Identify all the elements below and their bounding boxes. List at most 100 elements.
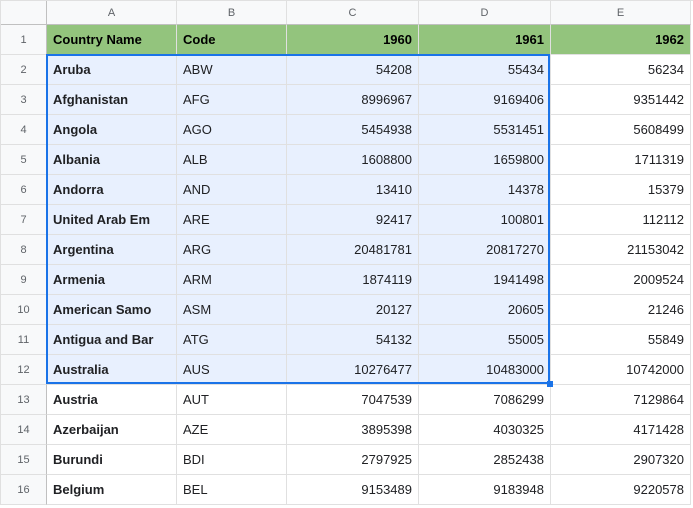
cell-1961[interactable]: 7086299 [419, 385, 551, 415]
cell-1961[interactable]: 1941498 [419, 265, 551, 295]
cell-country-name[interactable]: Argentina [47, 235, 177, 265]
cell-1961[interactable]: 2852438 [419, 445, 551, 475]
cell-code[interactable]: BEL [177, 475, 287, 505]
cell-1961[interactable]: 5531451 [419, 115, 551, 145]
cell-code[interactable]: ABW [177, 55, 287, 85]
row-header[interactable]: 5 [1, 145, 47, 175]
col-header-a[interactable]: A [47, 1, 177, 25]
cell-code[interactable]: AGO [177, 115, 287, 145]
row-header[interactable]: 16 [1, 475, 47, 505]
cell-1962[interactable]: 10742000 [551, 355, 691, 385]
cell-code[interactable]: BDI [177, 445, 287, 475]
cell-country-name[interactable]: Austria [47, 385, 177, 415]
row-header[interactable]: 11 [1, 325, 47, 355]
row-header[interactable]: 1 [1, 25, 47, 55]
cell-1961[interactable]: 55434 [419, 55, 551, 85]
cell-country-name[interactable]: Afghanistan [47, 85, 177, 115]
cell-1962[interactable]: 7129864 [551, 385, 691, 415]
header-cell-1960[interactable]: 1960 [287, 25, 419, 55]
cell-country-name[interactable]: Andorra [47, 175, 177, 205]
cell-1961[interactable]: 100801 [419, 205, 551, 235]
cell-code[interactable]: ARM [177, 265, 287, 295]
row-header[interactable]: 13 [1, 385, 47, 415]
cell-code[interactable]: AFG [177, 85, 287, 115]
row-header[interactable]: 4 [1, 115, 47, 145]
cell-1962[interactable]: 9220578 [551, 475, 691, 505]
cell-1960[interactable]: 10276477 [287, 355, 419, 385]
cell-1962[interactable]: 2009524 [551, 265, 691, 295]
cell-1961[interactable]: 1659800 [419, 145, 551, 175]
cell-1962[interactable]: 21153042 [551, 235, 691, 265]
cell-1962[interactable]: 55849 [551, 325, 691, 355]
cell-1960[interactable]: 7047539 [287, 385, 419, 415]
col-header-b[interactable]: B [177, 1, 287, 25]
cell-country-name[interactable]: Armenia [47, 265, 177, 295]
cell-1961[interactable]: 20817270 [419, 235, 551, 265]
cell-1961[interactable]: 14378 [419, 175, 551, 205]
cell-1962[interactable]: 9351442 [551, 85, 691, 115]
cell-1962[interactable]: 5608499 [551, 115, 691, 145]
cell-code[interactable]: AND [177, 175, 287, 205]
cell-code[interactable]: AZE [177, 415, 287, 445]
cell-code[interactable]: AUS [177, 355, 287, 385]
cell-1960[interactable]: 20481781 [287, 235, 419, 265]
cell-code[interactable]: ARE [177, 205, 287, 235]
cell-1961[interactable]: 9183948 [419, 475, 551, 505]
row-header[interactable]: 12 [1, 355, 47, 385]
cell-1960[interactable]: 54208 [287, 55, 419, 85]
cell-country-name[interactable]: American Samo [47, 295, 177, 325]
row-header[interactable]: 3 [1, 85, 47, 115]
row-header[interactable]: 10 [1, 295, 47, 325]
row-header[interactable]: 9 [1, 265, 47, 295]
cell-1960[interactable]: 13410 [287, 175, 419, 205]
cell-1960[interactable]: 2797925 [287, 445, 419, 475]
cell-code[interactable]: ALB [177, 145, 287, 175]
header-cell-1962[interactable]: 1962 [551, 25, 691, 55]
row-header[interactable]: 7 [1, 205, 47, 235]
cell-1960[interactable]: 1874119 [287, 265, 419, 295]
header-cell-code[interactable]: Code [177, 25, 287, 55]
header-cell-country-name[interactable]: Country Name [47, 25, 177, 55]
cell-code[interactable]: ASM [177, 295, 287, 325]
row-header[interactable]: 8 [1, 235, 47, 265]
cell-country-name[interactable]: Angola [47, 115, 177, 145]
cell-country-name[interactable]: Antigua and Bar [47, 325, 177, 355]
cell-code[interactable]: ATG [177, 325, 287, 355]
cell-1960[interactable]: 9153489 [287, 475, 419, 505]
cell-1961[interactable]: 10483000 [419, 355, 551, 385]
cell-1962[interactable]: 56234 [551, 55, 691, 85]
cell-1960[interactable]: 5454938 [287, 115, 419, 145]
row-header[interactable]: 6 [1, 175, 47, 205]
cell-country-name[interactable]: United Arab Em [47, 205, 177, 235]
cell-1960[interactable]: 20127 [287, 295, 419, 325]
col-header-d[interactable]: D [419, 1, 551, 25]
cell-1962[interactable]: 1711319 [551, 145, 691, 175]
cell-code[interactable]: ARG [177, 235, 287, 265]
cell-1961[interactable]: 55005 [419, 325, 551, 355]
cell-1961[interactable]: 9169406 [419, 85, 551, 115]
cell-country-name[interactable]: Albania [47, 145, 177, 175]
cell-1961[interactable]: 4030325 [419, 415, 551, 445]
col-header-e[interactable]: E [551, 1, 691, 25]
select-all-corner[interactable] [1, 1, 47, 25]
cell-1960[interactable]: 8996967 [287, 85, 419, 115]
col-header-c[interactable]: C [287, 1, 419, 25]
cell-country-name[interactable]: Australia [47, 355, 177, 385]
row-header[interactable]: 2 [1, 55, 47, 85]
cell-country-name[interactable]: Aruba [47, 55, 177, 85]
cell-1962[interactable]: 4171428 [551, 415, 691, 445]
cell-1961[interactable]: 20605 [419, 295, 551, 325]
cell-country-name[interactable]: Belgium [47, 475, 177, 505]
cell-1960[interactable]: 1608800 [287, 145, 419, 175]
cell-1962[interactable]: 112112 [551, 205, 691, 235]
row-header[interactable]: 15 [1, 445, 47, 475]
cell-country-name[interactable]: Azerbaijan [47, 415, 177, 445]
cell-1960[interactable]: 92417 [287, 205, 419, 235]
cell-country-name[interactable]: Burundi [47, 445, 177, 475]
cell-1962[interactable]: 21246 [551, 295, 691, 325]
cell-1960[interactable]: 54132 [287, 325, 419, 355]
row-header[interactable]: 14 [1, 415, 47, 445]
cell-1962[interactable]: 15379 [551, 175, 691, 205]
cell-code[interactable]: AUT [177, 385, 287, 415]
cell-1960[interactable]: 3895398 [287, 415, 419, 445]
